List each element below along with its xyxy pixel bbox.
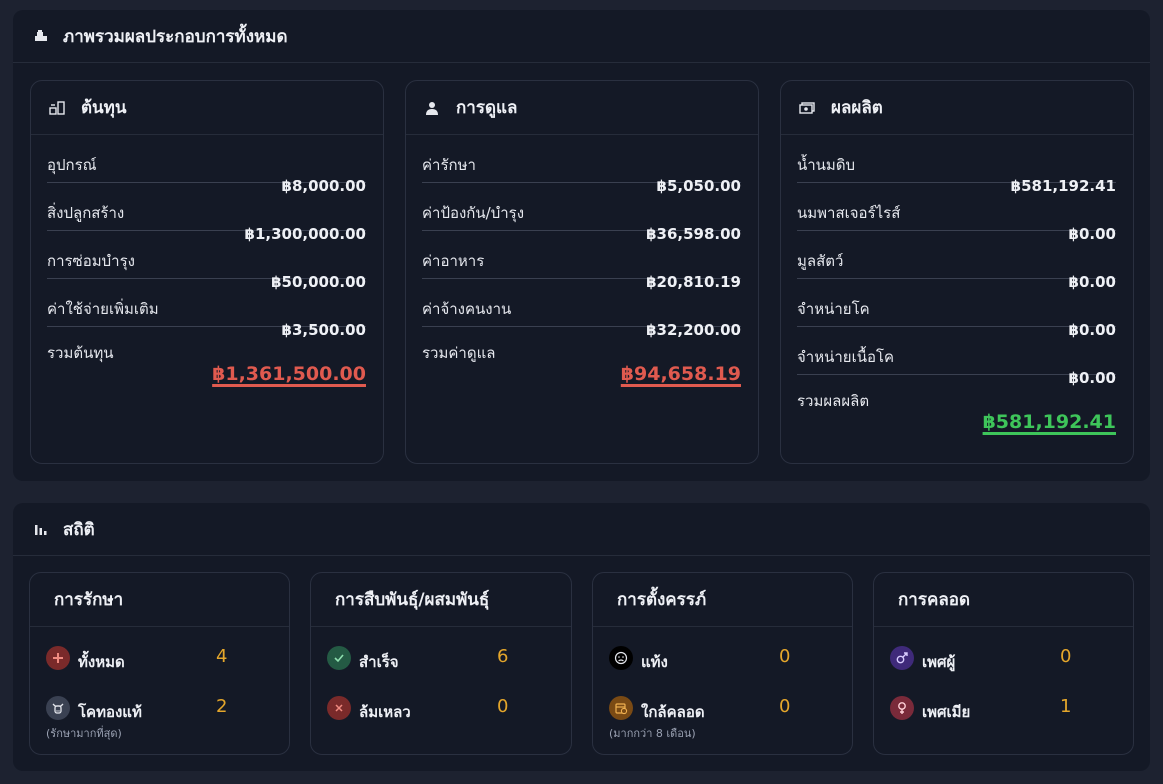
- cost-row: ค่าใช้จ่ายเพิ่มเติม ฿3,500.00: [47, 279, 366, 339]
- row-label: นมพาสเจอร์ไรส์: [797, 204, 901, 222]
- row-label: น้ำนมดิบ: [797, 156, 856, 174]
- produce-total: รวมผลผลิต ฿581,192.41: [797, 375, 1116, 435]
- statistics-header: สถิติ: [13, 503, 1150, 556]
- bar-chart-icon: [33, 521, 49, 537]
- care-card-title: การดูแล: [456, 98, 518, 118]
- care-row: ค่าอาหาร ฿20,810.19: [422, 231, 741, 291]
- cost-row: อุปกรณ์ ฿8,000.00: [47, 135, 366, 195]
- care-row: ค่ารักษา ฿5,050.00: [422, 135, 741, 195]
- stat-label: โคทองแท้: [78, 703, 142, 721]
- stat-item: ล้มเหลว 0: [327, 696, 551, 736]
- stat-label: สำเร็จ: [359, 653, 399, 671]
- care-row: ค่าป้องกัน/บำรุง ฿36,598.00: [422, 183, 741, 243]
- stat-value: 0: [779, 646, 791, 667]
- total-value: ฿1,361,500.00: [212, 363, 366, 385]
- row-label: การซ่อมบำรุง: [47, 252, 135, 270]
- overview-header: ภาพรวมผลประกอบการทั้งหมด: [13, 10, 1150, 63]
- birth-stat-card: การคลอด เพศผู้ 0 เพศเมีย 1: [873, 572, 1134, 755]
- total-value: ฿94,658.19: [620, 363, 741, 385]
- cash-register-icon: [49, 100, 65, 116]
- care-row: ค่าจ้างคนงาน ฿32,200.00: [422, 279, 741, 339]
- cost-total: รวมต้นทุน ฿1,361,500.00: [47, 327, 366, 387]
- produce-row: นมพาสเจอร์ไรส์ ฿0.00: [797, 183, 1116, 243]
- stat-item: เพศผู้ 0: [890, 646, 1113, 686]
- stat-item: ใกล้คลอด 0 (มากกว่า 8 เดือน): [609, 696, 832, 740]
- total-value: ฿581,192.41: [982, 411, 1116, 433]
- cow-icon: [46, 696, 70, 720]
- row-label: จำหน่ายโค: [797, 300, 870, 318]
- stat-card-title: การสืบพันธุ์/ผสมพันธุ์: [311, 573, 571, 627]
- produce-card: ผลผลิต น้ำนมดิบ ฿581,192.41 นมพาสเจอร์ไรส…: [780, 80, 1134, 464]
- stat-item: เพศเมีย 1: [890, 696, 1113, 736]
- statistics-title: สถิติ: [63, 519, 95, 540]
- pregnancy-stat-card: การตั้งครรภ์ แท้ง 0 ใกล้คลอด 0 (มากกว่า …: [592, 572, 853, 755]
- row-label: ค่าใช้จ่ายเพิ่มเติม: [47, 300, 159, 318]
- stat-sublabel: (รักษามากที่สุด): [46, 727, 122, 740]
- row-label: ค่าป้องกัน/บำรุง: [422, 204, 525, 222]
- row-label: มูลสัตว์: [797, 252, 844, 270]
- cost-card: ต้นทุน อุปกรณ์ ฿8,000.00 สิ่งปลูกสร้าง ฿1,…: [30, 80, 384, 464]
- stat-value: 0: [1060, 646, 1072, 667]
- stat-label: ทั้งหมด: [78, 653, 125, 671]
- care-card: การดูแล ค่ารักษา ฿5,050.00 ค่าป้องกัน/บำร…: [405, 80, 759, 464]
- row-label: อุปกรณ์: [47, 156, 97, 174]
- total-label: รวมต้นทุน: [47, 344, 114, 362]
- stat-card-title: การคลอด: [874, 573, 1133, 627]
- row-label: ค่ารักษา: [422, 156, 476, 174]
- stat-item: โคทองแท้ 2 (รักษามากที่สุด): [46, 696, 269, 740]
- stat-card-title: การตั้งครรภ์: [593, 573, 852, 627]
- produce-card-header: ผลผลิต: [781, 81, 1133, 135]
- money-bill-icon: [799, 100, 815, 116]
- cost-card-title: ต้นทุน: [81, 98, 127, 118]
- total-label: รวมค่าดูแล: [422, 344, 496, 362]
- total-label: รวมผลผลิต: [797, 392, 870, 410]
- stat-card-title: การรักษา: [30, 573, 289, 627]
- stat-label: ใกล้คลอด: [641, 703, 705, 721]
- stat-label: ล้มเหลว: [359, 703, 411, 721]
- row-label: สิ่งปลูกสร้าง: [47, 204, 125, 222]
- row-label: จำหน่ายเนื้อโค: [797, 348, 895, 366]
- row-label: ค่าอาหาร: [422, 252, 485, 270]
- row-label: ค่าจ้างคนงาน: [422, 300, 512, 318]
- stat-item: ทั้งหมด 4: [46, 646, 269, 686]
- stat-label: เพศผู้: [922, 653, 956, 671]
- x-icon: [327, 696, 351, 720]
- produce-card-title: ผลผลิต: [831, 98, 883, 118]
- stat-item: สำเร็จ 6: [327, 646, 551, 686]
- stat-value: 0: [779, 696, 791, 717]
- care-card-header: การดูแล: [406, 81, 758, 135]
- calendar-clock-icon: [609, 696, 633, 720]
- overview-title: ภาพรวมผลประกอบการทั้งหมด: [63, 26, 288, 47]
- female-icon: [890, 696, 914, 720]
- check-icon: [327, 646, 351, 670]
- cash-register-icon: [33, 28, 49, 44]
- male-icon: [890, 646, 914, 670]
- stat-item: แท้ง 0: [609, 646, 832, 686]
- care-total: รวมค่าดูแล ฿94,658.19: [422, 327, 741, 387]
- produce-row: มูลสัตว์ ฿0.00: [797, 231, 1116, 291]
- statistics-panel: สถิติ การรักษา ทั้งหมด 4 โคทองแท้ 2 (รัก…: [13, 503, 1150, 771]
- stat-label: แท้ง: [641, 653, 668, 671]
- cost-row: สิ่งปลูกสร้าง ฿1,300,000.00: [47, 183, 366, 243]
- produce-row: จำหน่ายเนื้อโค ฿0.00: [797, 327, 1116, 387]
- stat-value: 6: [497, 646, 509, 667]
- cost-card-header: ต้นทุน: [31, 81, 383, 135]
- plus-icon: [46, 646, 70, 670]
- stat-value: 2: [216, 696, 228, 717]
- stat-value: 4: [216, 646, 228, 667]
- cost-row: การซ่อมบำรุง ฿50,000.00: [47, 231, 366, 291]
- sad-face-icon: [609, 646, 633, 670]
- produce-row: น้ำนมดิบ ฿581,192.41: [797, 135, 1116, 195]
- stat-value: 1: [1060, 696, 1072, 717]
- treatment-stat-card: การรักษา ทั้งหมด 4 โคทองแท้ 2 (รักษามากท…: [29, 572, 290, 755]
- overview-panel: ภาพรวมผลประกอบการทั้งหมด ต้นทุน อุปกรณ์฿…: [13, 10, 1150, 481]
- user-doctor-icon: [424, 100, 440, 116]
- stat-value: 0: [497, 696, 509, 717]
- breeding-stat-card: การสืบพันธุ์/ผสมพันธุ์ สำเร็จ 6 ล้มเหลว …: [310, 572, 572, 755]
- stat-sublabel: (มากกว่า 8 เดือน): [609, 727, 696, 740]
- produce-row: จำหน่ายโค ฿0.00: [797, 279, 1116, 339]
- stat-label: เพศเมีย: [922, 703, 971, 721]
